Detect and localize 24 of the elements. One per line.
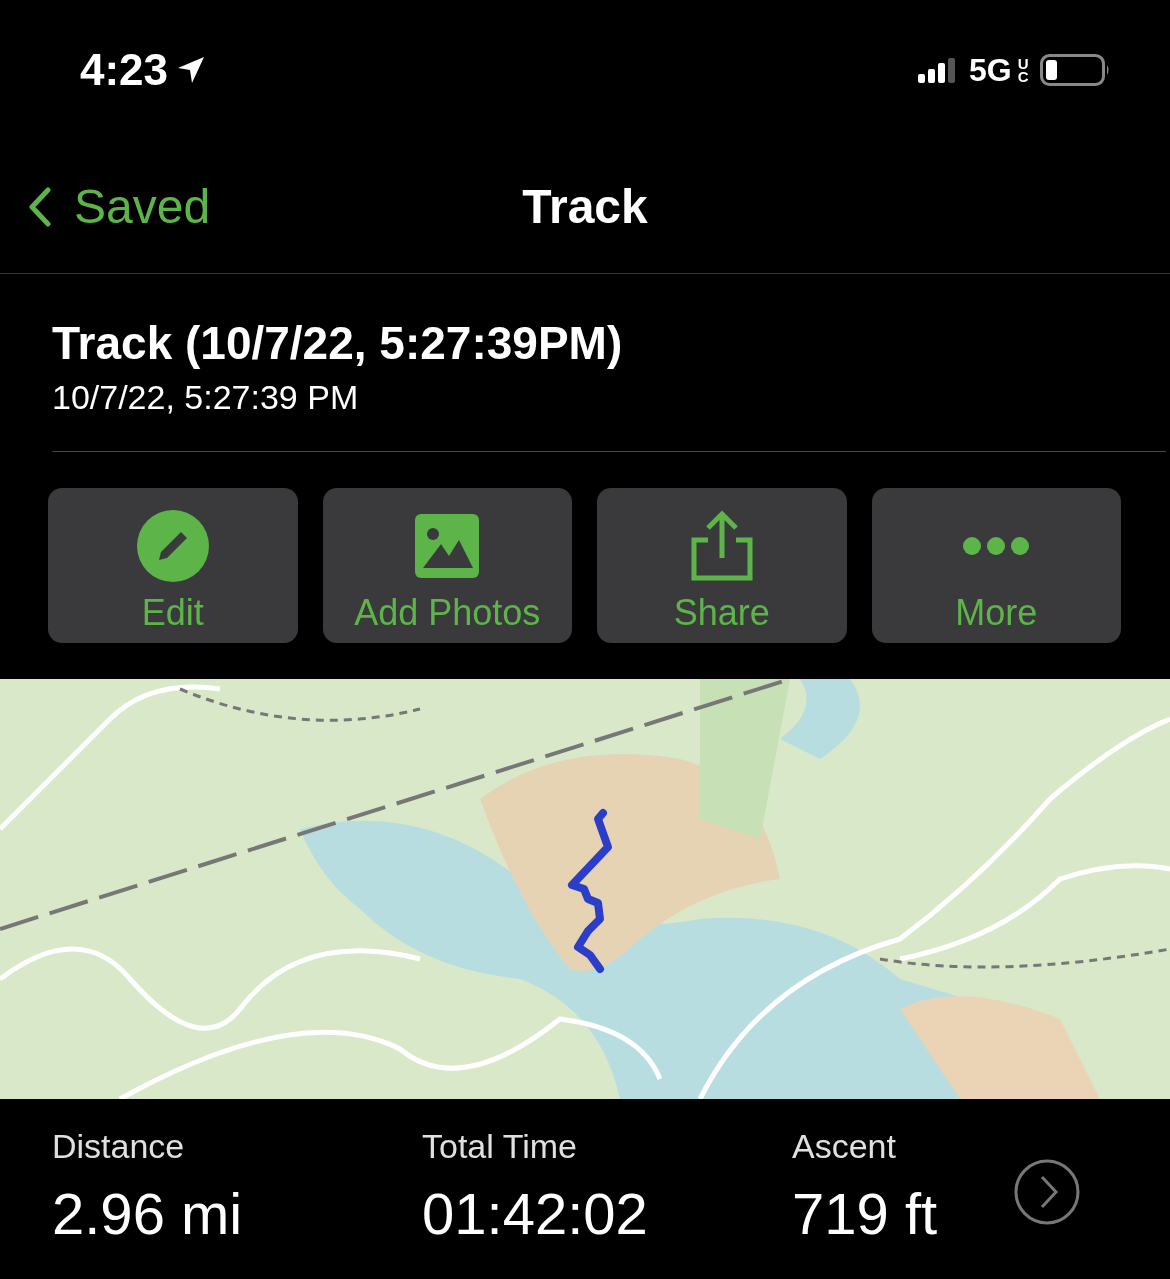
network-label: 5G (969, 51, 1012, 89)
action-button[interactable]: Add Photos (322, 488, 572, 643)
back-button[interactable]: Saved (0, 179, 211, 234)
stat-value: 01:42:02 (422, 1180, 649, 1247)
clock-time: 4:23 (80, 45, 169, 95)
stat-label: Total Time (422, 1127, 578, 1166)
location-arrow-icon (176, 55, 207, 85)
back-chevron-icon (28, 186, 52, 227)
track-date: 10/7/22, 5:27:39 PM (52, 378, 360, 417)
stat-label: Ascent (792, 1127, 897, 1166)
screen-title: Track (522, 179, 648, 234)
network-suffix-label: UC (1017, 56, 1026, 84)
chevron-right-icon (1014, 1159, 1080, 1225)
action-button[interactable]: Edit (48, 488, 298, 643)
stat-value: 2.96 mi (52, 1180, 244, 1247)
action-button[interactable]: Share (597, 488, 847, 643)
stat-label: Distance (52, 1127, 186, 1166)
details-chevron-button[interactable] (1014, 1159, 1080, 1225)
stat-value: 719 ft (792, 1180, 939, 1247)
battery-icon (1040, 54, 1110, 86)
pencil-icon (136, 509, 209, 582)
action-button[interactable]: More (871, 488, 1121, 643)
track-title: Track (10/7/22, 5:27:39PM) (52, 316, 624, 370)
signal-icon (918, 57, 955, 83)
